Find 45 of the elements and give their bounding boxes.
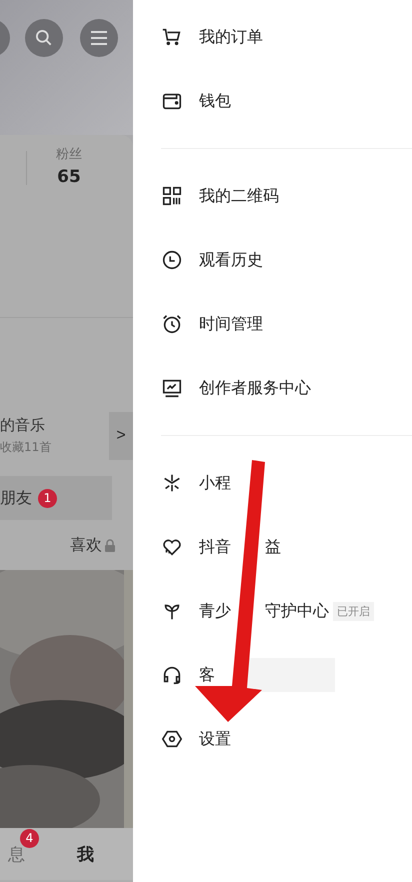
chevron-button[interactable]: > <box>109 412 133 460</box>
menu-item[interactable]: 小程 <box>161 451 412 515</box>
menu-button[interactable] <box>80 19 118 57</box>
nav-tab[interactable]: 我 <box>77 844 94 864</box>
menu-label: 我的订单 <box>199 26 263 48</box>
menu-label: 观看历史 <box>199 250 263 270</box>
headset-icon <box>161 664 183 686</box>
alarm-clock-icon <box>161 313 183 335</box>
menu-label: 小程 <box>199 472 231 494</box>
stat-label: 粉丝 <box>56 146 82 163</box>
settings-icon <box>161 728 183 750</box>
menu-item[interactable]: 设置 <box>161 707 412 771</box>
search-icon <box>34 28 54 48</box>
menu-item[interactable]: 钱包 <box>161 69 412 133</box>
friends-button[interactable]: 朋友 1 <box>0 476 112 520</box>
music-subtitle: 收藏11首 <box>0 439 52 456</box>
menu-item[interactable]: 观看历史 <box>161 228 412 292</box>
friends-label: 朋友 <box>0 488 32 508</box>
music-title: 的音乐 <box>0 416 46 435</box>
clock-icon <box>161 249 183 271</box>
cart-icon <box>161 26 183 48</box>
menu-label: 益 <box>265 536 281 558</box>
menu-item[interactable]: 抖音 益 <box>161 515 412 579</box>
qr-code-icon <box>161 185 183 207</box>
menu-label: 钱包 <box>199 90 231 112</box>
menu-item[interactable]: 创作者服务中心 <box>161 356 412 420</box>
menu-label: 我的二维码 <box>199 186 279 206</box>
stat-value: 65 <box>57 167 81 187</box>
menu-label: 时间管理 <box>199 314 263 334</box>
count-badge: 4 <box>20 828 39 848</box>
status-tag: 已开启 <box>333 602 374 620</box>
likes-tab[interactable]: 喜欢 <box>70 534 102 556</box>
search-button[interactable] <box>25 19 63 57</box>
menu-item[interactable]: 我的订单 <box>161 5 412 69</box>
menu-item[interactable]: 我的二维码 <box>161 164 412 228</box>
menu-label: 守护中心 <box>265 600 329 622</box>
menu-icon <box>90 30 108 46</box>
menu-item[interactable]: 时间管理 <box>161 292 412 356</box>
menu-label: 设置 <box>199 728 231 750</box>
menu-label: 青少 <box>199 600 231 622</box>
menu-label: 客 <box>199 664 215 686</box>
menu-label: 创作者服务中心 <box>199 378 311 398</box>
menu-label: 抖音 <box>199 536 231 558</box>
count-badge: 1 <box>38 488 57 508</box>
monitor-icon <box>161 377 183 399</box>
